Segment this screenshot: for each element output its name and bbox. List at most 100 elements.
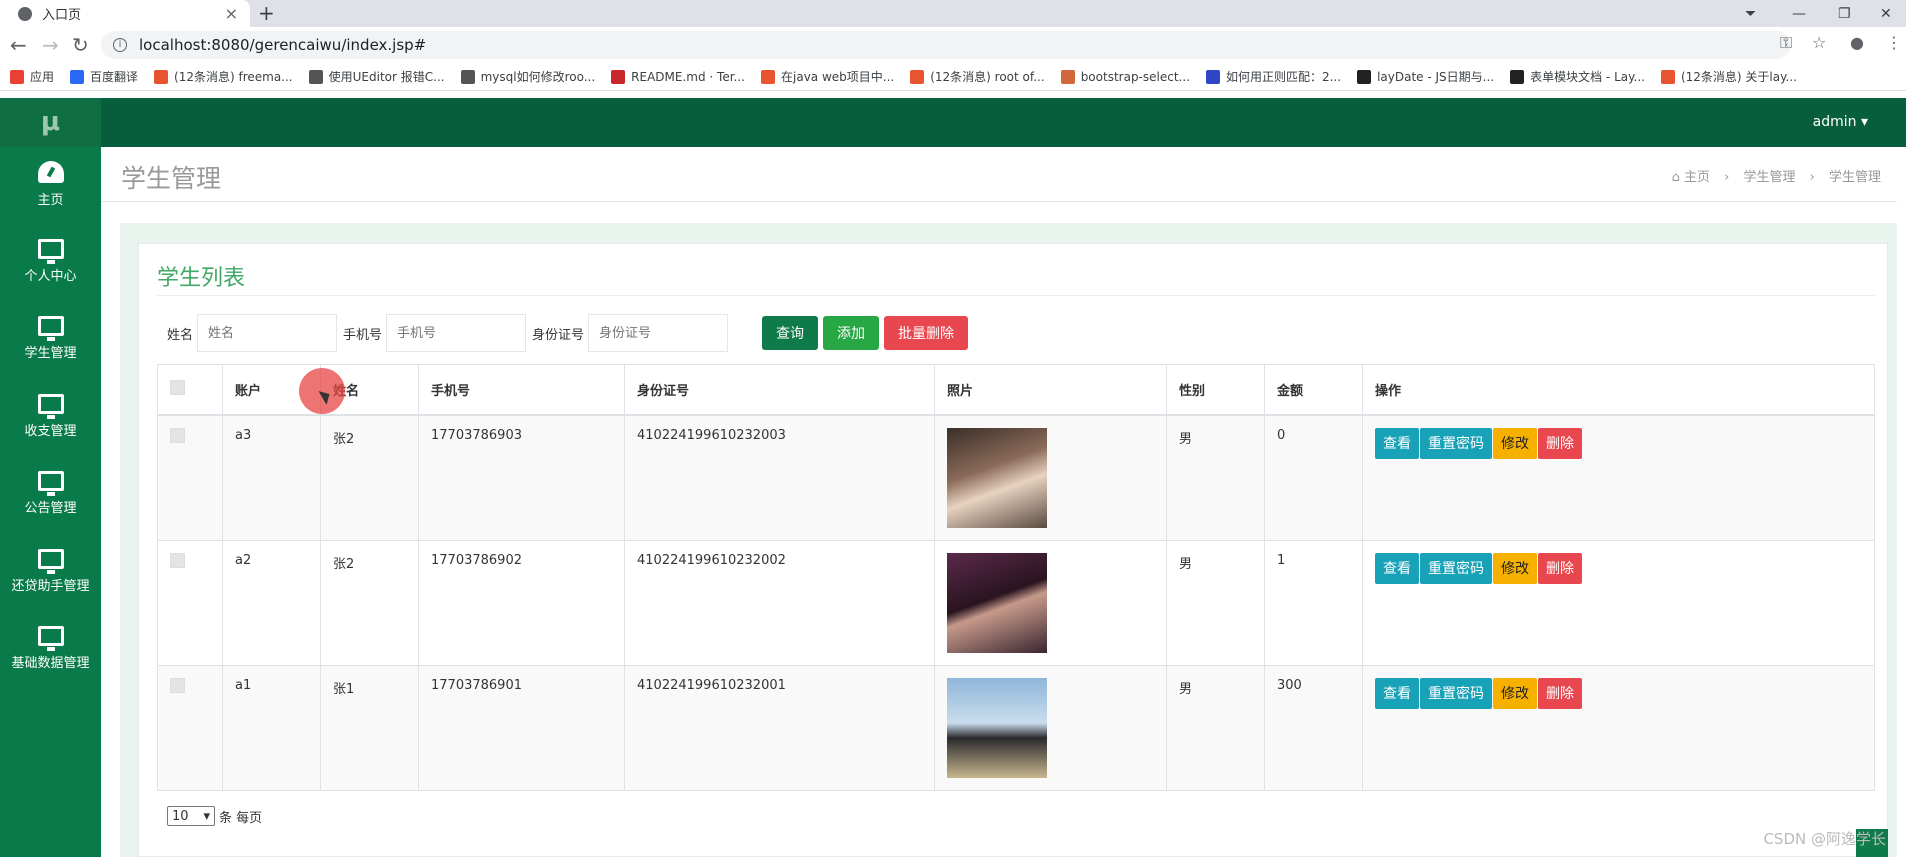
- edit-button[interactable]: 修改: [1493, 552, 1537, 584]
- name-input[interactable]: [197, 314, 338, 352]
- delete-button[interactable]: 删除: [1538, 677, 1582, 709]
- reload-icon[interactable]: ↻: [72, 33, 89, 57]
- sidebar-item[interactable]: 收支管理: [0, 380, 101, 457]
- user-menu[interactable]: admin ▾: [1813, 98, 1868, 147]
- add-button[interactable]: 添加: [823, 316, 880, 350]
- sidebar-item-label: 收支管理: [24, 423, 77, 439]
- url-input[interactable]: i localhost:8080/gerencaiwu/index.jsp#: [101, 31, 1791, 59]
- table-cell: a1: [222, 664, 321, 791]
- table-cell: a3: [222, 414, 321, 541]
- sidebar-item[interactable]: 个人中心: [0, 225, 101, 302]
- name-cell: 张2: [333, 556, 355, 572]
- column-header: 身份证号: [624, 364, 935, 416]
- close-tab-icon[interactable]: ×: [225, 4, 238, 23]
- query-button[interactable]: 查询: [762, 316, 819, 350]
- chevron-right-icon: ›: [1724, 170, 1730, 185]
- minimize-icon[interactable]: —: [1792, 0, 1806, 27]
- monitor-icon: [37, 393, 64, 419]
- table-cell: a2: [222, 539, 321, 666]
- reset-password-button[interactable]: 重置密码: [1420, 427, 1492, 459]
- column-header: 照片: [934, 364, 1167, 416]
- row-checkbox[interactable]: [170, 552, 185, 568]
- sidebar-item-label: 个人中心: [24, 268, 77, 284]
- back-icon[interactable]: ←: [10, 33, 27, 57]
- bookmark-item[interactable]: README.md · Ter...: [611, 69, 745, 84]
- edit-button[interactable]: 修改: [1493, 677, 1537, 709]
- profile-dropdown-icon[interactable]: ⏷: [1745, 0, 1756, 27]
- row-checkbox[interactable]: [170, 427, 185, 443]
- bookmark-item[interactable]: (12条消息) freema...: [154, 68, 293, 85]
- reset-password-button[interactable]: 重置密码: [1420, 677, 1492, 709]
- column-header: 手机号: [418, 364, 625, 416]
- sidebar-item[interactable]: 公告管理: [0, 457, 101, 534]
- monitor-icon: [37, 238, 64, 264]
- row-checkbox[interactable]: [170, 677, 185, 693]
- view-button[interactable]: 查看: [1375, 677, 1419, 709]
- menu-icon[interactable]: ⋮: [1886, 33, 1902, 52]
- bookmark-item[interactable]: (12条消息) 关于lay...: [1660, 68, 1797, 85]
- name-cell: 张1: [333, 681, 355, 697]
- bookmark-item[interactable]: layDate - JS日期与...: [1357, 68, 1494, 85]
- bookmark-item[interactable]: mysql如何修改roo...: [460, 68, 595, 85]
- table-cell: 410224199610232002: [624, 539, 935, 666]
- browser-tab[interactable]: 入口页 ×: [0, 0, 250, 27]
- idcard-cell: 410224199610232001: [637, 677, 786, 693]
- bookmark-label: 使用UEditor 报错C...: [328, 70, 445, 84]
- bookmark-favicon-icon: [308, 69, 323, 84]
- bookmark-star-icon[interactable]: ☆: [1812, 33, 1826, 52]
- table-cell: 410224199610232001: [624, 664, 935, 791]
- view-button[interactable]: 查看: [1375, 552, 1419, 584]
- bookmark-item[interactable]: 表单模块文档 - Lay...: [1510, 68, 1645, 85]
- sidebar-item[interactable]: 还贷助手管理: [0, 535, 101, 612]
- idcard-cell: 410224199610232003: [637, 427, 786, 443]
- app-logo[interactable]: μ: [0, 98, 101, 147]
- new-tab-icon[interactable]: +: [258, 1, 275, 25]
- sidebar-item[interactable]: 基础数据管理: [0, 612, 101, 689]
- pagination: 10 ▾ 条 每页: [167, 806, 262, 826]
- bookmark-item[interactable]: (12条消息) root of...: [910, 68, 1045, 85]
- account-cell: a3: [235, 427, 252, 443]
- bookmark-item[interactable]: 使用UEditor 报错C...: [308, 68, 445, 85]
- amount-cell: 300: [1277, 677, 1302, 693]
- window-close-icon[interactable]: ✕: [1880, 0, 1892, 27]
- bookmark-favicon-icon: [1205, 69, 1220, 84]
- student-list-panel: 学生列表 姓名 手机号 身份证号 查询 添加 批量删除 账户 姓名 手机号 身份…: [138, 243, 1888, 857]
- bookmark-item[interactable]: 在java web项目中...: [761, 68, 894, 85]
- sidebar-item[interactable]: 学生管理: [0, 302, 101, 379]
- sidebar-item-label: 主页: [37, 193, 64, 208]
- site-info-icon[interactable]: i: [113, 38, 127, 52]
- bookmark-label: 应用: [30, 70, 55, 84]
- bookmark-item[interactable]: bootstrap-select...: [1060, 69, 1190, 84]
- bookmark-item[interactable]: 如何用正则匹配：2...: [1205, 68, 1341, 85]
- student-photo: [947, 427, 1047, 528]
- key-icon[interactable]: ⚿: [1780, 33, 1792, 53]
- edit-button[interactable]: 修改: [1493, 427, 1537, 459]
- bookmark-label: 表单模块文档 - Lay...: [1530, 70, 1645, 84]
- phone-input[interactable]: [386, 314, 527, 352]
- table-cell: 300: [1264, 664, 1363, 791]
- forward-icon[interactable]: →: [42, 33, 59, 57]
- breadcrumb-section[interactable]: 学生管理: [1743, 170, 1795, 185]
- table-cell: 查看 重置密码 修改 删除: [1362, 539, 1875, 666]
- idcard-input[interactable]: [588, 314, 729, 352]
- delete-button[interactable]: 删除: [1538, 552, 1582, 584]
- page-size-select[interactable]: 10 ▾: [167, 806, 215, 826]
- restore-icon[interactable]: ❐: [1838, 0, 1851, 27]
- monitor-icon: [37, 548, 64, 574]
- select-all-checkbox[interactable]: [170, 379, 185, 395]
- monitor-icon: [37, 626, 64, 651]
- bookmark-label: README.md · Ter...: [631, 69, 745, 84]
- view-button[interactable]: 查看: [1375, 427, 1419, 459]
- bookmark-item[interactable]: 应用: [10, 68, 54, 85]
- sidebar-item-label: 学生管理: [24, 346, 77, 361]
- account-icon[interactable]: ●: [1850, 33, 1864, 52]
- breadcrumb-home[interactable]: 主页: [1684, 170, 1710, 185]
- table-cell: [157, 539, 223, 666]
- batch-delete-button[interactable]: 批量删除: [884, 316, 969, 350]
- delete-button[interactable]: 删除: [1538, 427, 1582, 459]
- gender-cell: 男: [1179, 681, 1193, 697]
- reset-password-button[interactable]: 重置密码: [1420, 552, 1492, 584]
- table-row: a1 张1 17703786901 410224199610232001 男 300 查看重…: [157, 664, 1875, 791]
- bookmark-item[interactable]: 百度翻译: [70, 68, 138, 85]
- sidebar-item[interactable]: 主页: [0, 147, 101, 224]
